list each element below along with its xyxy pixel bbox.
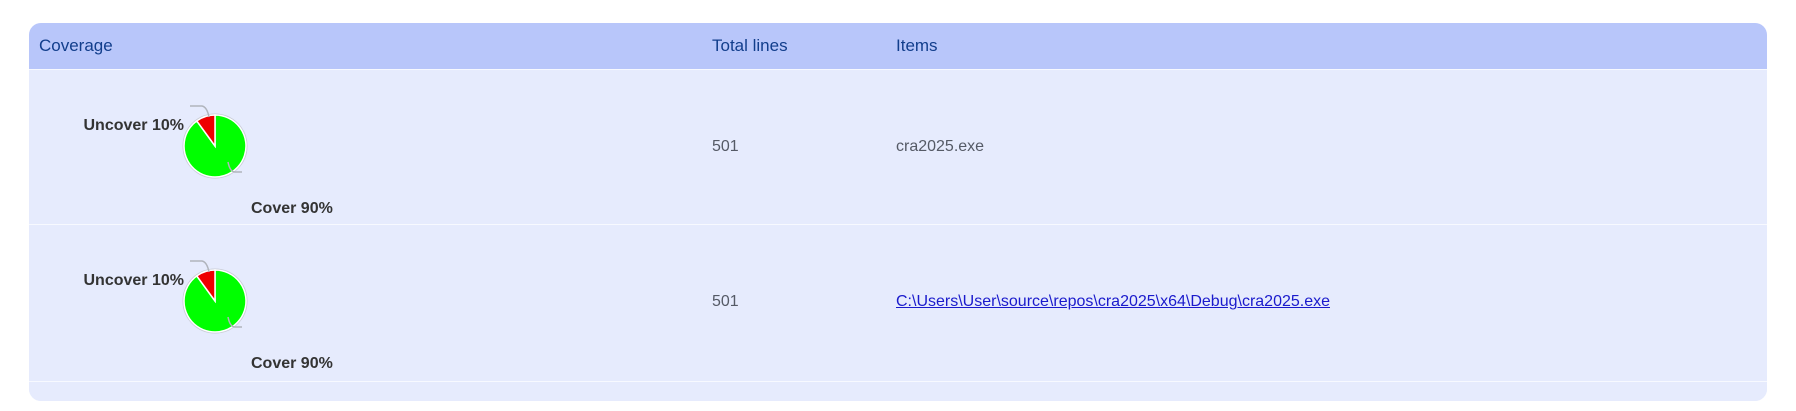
table-footer: [29, 381, 1767, 401]
coverage-pie-chart: Uncover 10% Cover 90%: [84, 105, 333, 217]
item-path-link[interactable]: C:\Users\User\source\repos\cra2025\x64\D…: [896, 293, 1330, 310]
table-row: Uncover 10% Cover 90% 501 C:\Users\User\…: [29, 224, 1767, 379]
item-name: cra2025.exe: [896, 138, 985, 155]
coverage-pie-chart: Uncover 10% Cover 90%: [84, 260, 333, 372]
coverage-table: Coverage Total lines Items Uncover 10% C…: [29, 23, 1767, 401]
cover-label: Cover 90%: [251, 355, 333, 372]
total-lines-value: 501: [712, 138, 739, 155]
uncover-label: Uncover 10%: [84, 117, 185, 134]
total-lines-value: 501: [712, 293, 739, 310]
cover-label: Cover 90%: [251, 200, 333, 217]
header-total-lines: Total lines: [712, 36, 788, 55]
uncover-label: Uncover 10%: [84, 272, 185, 289]
header-items: Items: [896, 36, 938, 55]
table-header: Coverage Total lines Items: [29, 23, 1767, 69]
table-row: Uncover 10% Cover 90% 501 cra2025.exe: [29, 69, 1767, 224]
header-coverage: Coverage: [39, 36, 113, 55]
